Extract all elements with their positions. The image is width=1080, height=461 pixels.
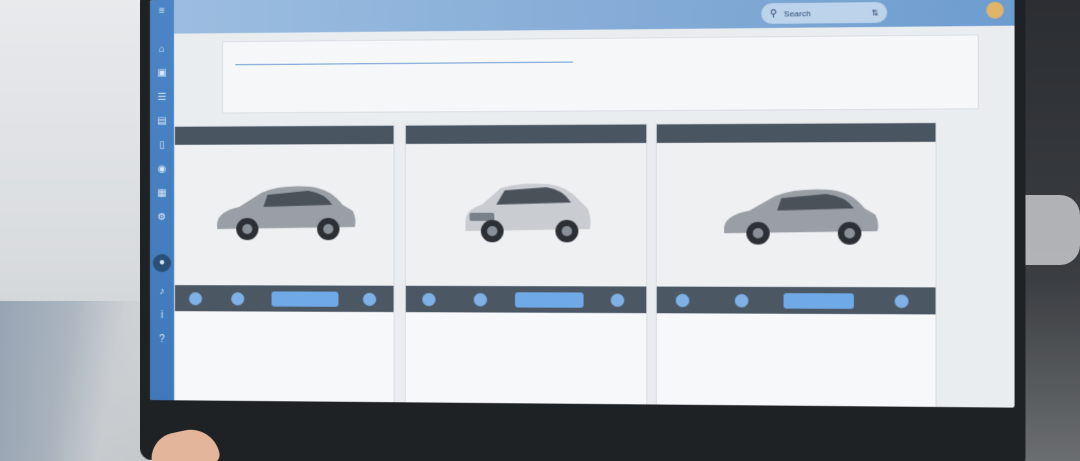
background-wall: [0, 0, 150, 461]
search-icon: ⚲: [769, 7, 778, 20]
search-label: Search: [783, 8, 811, 19]
compare-icon[interactable]: ●: [152, 254, 171, 273]
user-menu[interactable]: [932, 0, 1008, 22]
background-floor: [0, 301, 150, 461]
avatar[interactable]: [986, 1, 1004, 19]
summary-underline: [235, 61, 574, 66]
list-icon[interactable]: ☰: [156, 92, 168, 104]
car-image: [465, 183, 591, 243]
favorite-icon[interactable]: [189, 292, 203, 306]
car-card-title: [405, 124, 647, 144]
car-card-title: [656, 123, 936, 143]
search-box[interactable]: ⚲ Search ⇅: [761, 1, 888, 24]
summary-stat: [594, 81, 688, 86]
calendar-icon[interactable]: ▦: [156, 188, 168, 200]
filter-icon[interactable]: ⇅: [871, 8, 878, 17]
car-action-button[interactable]: [783, 293, 854, 309]
car-card-toolbar: [174, 285, 394, 313]
car-card-toolbar: [656, 286, 936, 315]
users-icon[interactable]: ◉: [156, 164, 168, 176]
summary-stat: [470, 82, 563, 87]
car-specs: [175, 319, 394, 320]
summary-stat: [349, 83, 441, 88]
car-image: [724, 189, 879, 245]
car-card: [404, 123, 648, 408]
car-card-toolbar: [405, 285, 647, 314]
more-icon[interactable]: [610, 293, 625, 307]
bell-icon[interactable]: ♪: [156, 286, 168, 298]
car-action-button[interactable]: [514, 292, 584, 308]
favorite-icon[interactable]: [675, 293, 690, 308]
car-icon[interactable]: ▣: [156, 68, 168, 80]
help-icon[interactable]: ?: [156, 334, 168, 346]
info-icon[interactable]: i: [156, 310, 168, 322]
menu-icon[interactable]: ≡: [156, 6, 168, 18]
home-icon[interactable]: ⌂: [156, 44, 168, 56]
screen: ≡ ⌂ ▣ ☰ ▤ ▯ ◉ ▦ ⚙ ● ♪ i ? ⚲ Search ⇅: [149, 0, 1015, 408]
car-specs: [406, 320, 646, 321]
comparison-summary-panel: [222, 34, 979, 114]
car-image-area: [405, 142, 647, 287]
favorite-icon[interactable]: [422, 292, 436, 307]
car-specs: [657, 321, 936, 322]
monitor: ≡ ⌂ ▣ ☰ ▤ ▯ ◉ ▦ ⚙ ● ♪ i ? ⚲ Search ⇅: [140, 0, 1026, 461]
car-image-area: [174, 143, 394, 286]
car-action-button[interactable]: [271, 291, 339, 307]
main-content: [173, 25, 1015, 408]
share-icon[interactable]: [473, 293, 488, 307]
car-image-area: [656, 141, 936, 288]
document-icon[interactable]: ▯: [156, 140, 168, 152]
settings-icon[interactable]: ⚙: [156, 212, 168, 224]
summary-stat: [231, 84, 322, 89]
summary-stat: [718, 80, 813, 85]
chart-icon[interactable]: ▤: [156, 116, 168, 128]
sidebar: ≡ ⌂ ▣ ☰ ▤ ▯ ◉ ▦ ⚙ ● ♪ i ?: [149, 0, 174, 401]
share-icon[interactable]: [734, 293, 749, 308]
share-icon[interactable]: [231, 292, 245, 306]
car-card: [655, 122, 937, 408]
car-image: [217, 186, 356, 241]
summary-stat: [845, 79, 942, 84]
car-card-title: [174, 125, 394, 145]
car-card: [173, 124, 395, 408]
more-icon[interactable]: [894, 294, 909, 309]
more-icon[interactable]: [362, 292, 377, 306]
